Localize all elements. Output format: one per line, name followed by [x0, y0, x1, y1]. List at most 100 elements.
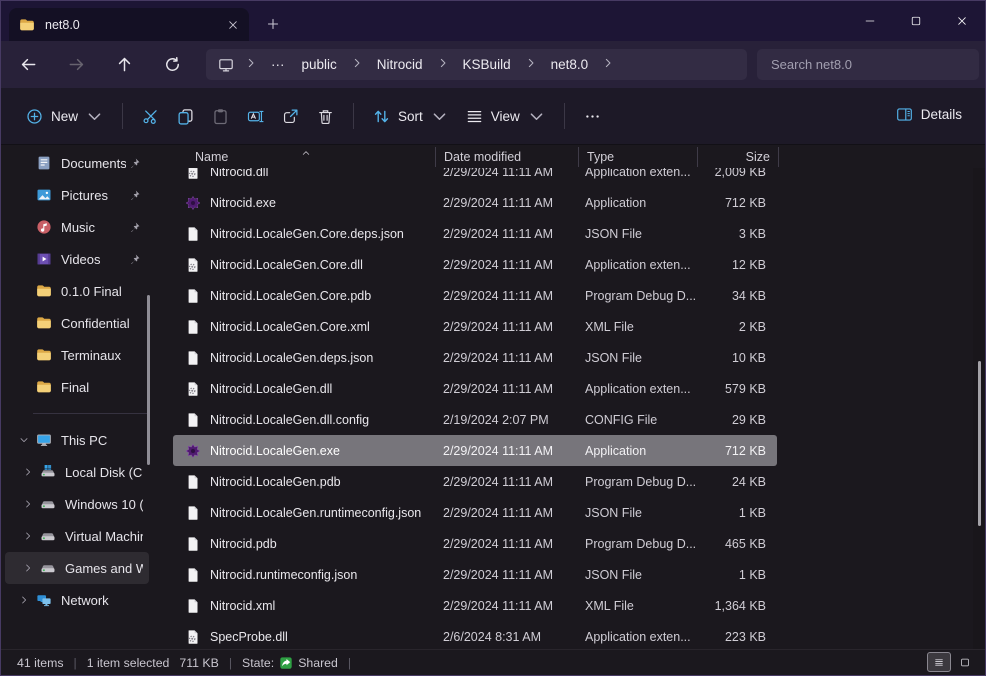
file-date: 2/29/2024 11:11 AM [435, 537, 577, 551]
chevron-right-icon[interactable] [351, 57, 363, 72]
up-button[interactable] [107, 48, 141, 82]
file-date: 2/29/2024 11:11 AM [435, 168, 577, 179]
file-name: Nitrocid.LocaleGen.Core.deps.json [210, 227, 404, 241]
sidebar-item-videos[interactable]: Videos [5, 243, 149, 275]
sidebar-item-network[interactable]: Network [5, 584, 149, 616]
toolbar-details-button[interactable]: Details [887, 98, 971, 131]
chevron-right-icon[interactable] [602, 57, 614, 72]
tab-close-button[interactable] [227, 19, 239, 31]
breadcrumb-this-pc[interactable] [218, 57, 234, 73]
sidebar-item-terminaux[interactable]: Terminaux [5, 339, 149, 371]
chevron-down-icon[interactable] [13, 435, 35, 445]
column-header-name[interactable]: Name [171, 150, 435, 164]
sidebar-item-documents[interactable]: Documents [5, 147, 149, 179]
toolbar-sort-button[interactable]: Sort [364, 100, 457, 133]
sidebar-item-label: Local Disk (C:) [65, 465, 143, 480]
chevron-right-icon[interactable] [17, 531, 39, 541]
breadcrumb-segment-net8-0[interactable]: net8.0 [548, 56, 592, 73]
file-row-nitrocid-dll[interactable]: Nitrocid.dll2/29/2024 11:11 AMApplicatio… [173, 168, 777, 187]
breadcrumb-segment-public[interactable]: public [299, 56, 340, 73]
file-row-nitrocid-localegen-pdb[interactable]: Nitrocid.LocaleGen.pdb2/29/2024 11:11 AM… [173, 466, 777, 497]
icons-view-toggle[interactable] [953, 652, 977, 672]
chevron-right-icon[interactable] [245, 57, 257, 72]
sidebar-item-windows-10-d[interactable]: Windows 10 (D [5, 488, 149, 520]
page-icon [185, 567, 201, 583]
file-name: Nitrocid.LocaleGen.Core.dll [210, 258, 363, 272]
breadcrumb-segment-ksbuild[interactable]: KSBuild [460, 56, 514, 73]
explorer-tab[interactable]: net8.0 [9, 8, 249, 41]
sidebar-scrollbar-thumb[interactable] [147, 295, 150, 465]
column-separator[interactable] [778, 147, 779, 167]
scrollbar-thumb[interactable] [978, 361, 981, 526]
scrollbar-track[interactable] [973, 145, 985, 649]
sidebar-item-games-and-wo[interactable]: Games and Wo [5, 552, 149, 584]
file-date: 2/29/2024 11:11 AM [435, 196, 577, 210]
file-row-nitrocid-pdb[interactable]: Nitrocid.pdb2/29/2024 11:11 AMProgram De… [173, 528, 777, 559]
rename-icon [247, 108, 264, 125]
refresh-button[interactable] [155, 48, 189, 82]
chevron-right-icon[interactable] [525, 57, 537, 72]
sidebar-item-local-disk-c[interactable]: Local Disk (C:) [5, 456, 149, 488]
new-label: New [51, 109, 78, 124]
maximize-button[interactable] [893, 1, 939, 41]
new-tab-button[interactable] [262, 13, 284, 35]
chevron-right-icon[interactable] [13, 595, 35, 605]
sidebar-item-label: This PC [61, 433, 143, 448]
sidebar-item-virtual-machin[interactable]: Virtual Machin [5, 520, 149, 552]
breadcrumb-segment-nitrocid[interactable]: Nitrocid [374, 56, 426, 73]
sidebar-item-final[interactable]: Final [5, 371, 149, 403]
chevron-right-icon[interactable] [17, 467, 39, 477]
file-date: 2/29/2024 11:11 AM [435, 475, 577, 489]
file-row-nitrocid-localegen-runtimeconfig-json[interactable]: Nitrocid.LocaleGen.runtimeconfig.json2/2… [173, 497, 777, 528]
details-view-toggle[interactable] [927, 652, 951, 672]
file-row-nitrocid-localegen-dll-config[interactable]: Nitrocid.LocaleGen.dll.config2/19/2024 2… [173, 404, 777, 435]
chevron-right-icon[interactable] [17, 563, 39, 573]
sidebar-item-label: Documents [61, 156, 126, 171]
file-row-nitrocid-localegen-core-deps-json[interactable]: Nitrocid.LocaleGen.Core.deps.json2/29/20… [173, 218, 777, 249]
toolbar-delete-button[interactable] [308, 100, 343, 133]
toolbar-rename-button[interactable] [238, 100, 273, 133]
file-size: 1 KB [695, 568, 775, 582]
sidebar-item-pictures[interactable]: Pictures [5, 179, 149, 211]
chevron-right-icon[interactable] [437, 57, 449, 72]
file-row-nitrocid-localegen-core-pdb[interactable]: Nitrocid.LocaleGen.Core.pdb2/29/2024 11:… [173, 280, 777, 311]
file-row-nitrocid-xml[interactable]: Nitrocid.xml2/29/2024 11:11 AMXML File1,… [173, 590, 777, 621]
view-toggles [927, 652, 977, 672]
file-type: Application exten... [577, 168, 695, 179]
size-column-label: Size [746, 150, 770, 164]
minimize-button[interactable] [847, 1, 893, 41]
column-header-size[interactable]: Size [698, 150, 778, 164]
sidebar-item-music[interactable]: Music [5, 211, 149, 243]
breadcrumb-overflow[interactable]: ··· [268, 56, 288, 73]
column-header-type[interactable]: Type [579, 150, 697, 164]
toolbar-more-button[interactable] [575, 100, 610, 133]
file-row-nitrocid-runtimeconfig-json[interactable]: Nitrocid.runtimeconfig.json2/29/2024 11:… [173, 559, 777, 590]
file-row-nitrocid-localegen-deps-json[interactable]: Nitrocid.LocaleGen.deps.json2/29/2024 11… [173, 342, 777, 373]
this-pc-icon [35, 432, 52, 448]
toolbar-cut-button[interactable] [133, 100, 168, 133]
toolbar-paste-button[interactable] [203, 100, 238, 133]
file-explorer-window: { "titlebar": { "tab": { "icon": "folder… [0, 0, 986, 676]
window-close-button[interactable] [939, 1, 985, 41]
ellipsis-icon [584, 108, 601, 125]
file-row-nitrocid-exe[interactable]: Nitrocid.exe2/29/2024 11:11 AMApplicatio… [173, 187, 777, 218]
sidebar-item-0-1-0-final[interactable]: 0.1.0 Final [5, 275, 149, 307]
forward-button[interactable] [59, 48, 93, 82]
toolbar-new-button[interactable]: New [17, 100, 112, 133]
toolbar-copy-button[interactable] [168, 100, 203, 133]
column-header-date[interactable]: Date modified [436, 150, 578, 164]
file-row-nitrocid-localegen-core-xml[interactable]: Nitrocid.LocaleGen.Core.xml2/29/2024 11:… [173, 311, 777, 342]
search-input[interactable] [769, 56, 967, 73]
sidebar-item-confidential[interactable]: Confidential [5, 307, 149, 339]
toolbar-view-button[interactable]: View [457, 100, 554, 133]
back-button[interactable] [11, 48, 45, 82]
file-row-nitrocid-localegen-exe[interactable]: Nitrocid.LocaleGen.exe2/29/2024 11:11 AM… [173, 435, 777, 466]
file-row-nitrocid-localegen-core-dll[interactable]: Nitrocid.LocaleGen.Core.dll2/29/2024 11:… [173, 249, 777, 280]
toolbar-share-button[interactable] [273, 100, 308, 133]
file-row-specprobe-dll[interactable]: SpecProbe.dll2/6/2024 8:31 AMApplication… [173, 621, 777, 649]
sidebar-item-this-pc[interactable]: This PC [5, 424, 149, 456]
arrow-right-icon [68, 56, 85, 73]
chevron-right-icon[interactable] [17, 499, 39, 509]
file-row-nitrocid-localegen-dll[interactable]: Nitrocid.LocaleGen.dll2/29/2024 11:11 AM… [173, 373, 777, 404]
search-box[interactable] [757, 49, 979, 80]
